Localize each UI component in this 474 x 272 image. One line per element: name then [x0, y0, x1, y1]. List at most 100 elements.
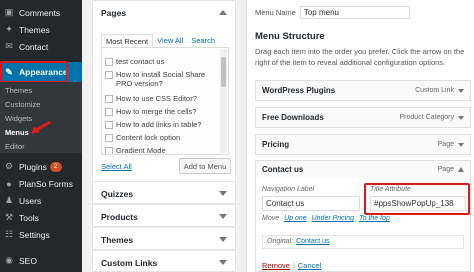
checkbox[interactable] [105, 58, 113, 66]
add-to-menu-button[interactable]: Add to Menu [179, 158, 231, 174]
themes-panel[interactable]: Themes [92, 227, 236, 250]
sidebar-item-label: PlanSo Forms [19, 178, 73, 189]
sidebar-item-label: Settings [19, 229, 50, 240]
products-panel[interactable]: Products [92, 204, 236, 227]
menu-name-input[interactable]: Top menu [299, 6, 410, 19]
page-title: How to install Social Share PRO version? [116, 70, 206, 88]
expand-arrow-icon[interactable] [219, 237, 227, 242]
sidebar-item-label: Users [19, 195, 42, 206]
sidebar-item-planso[interactable]: ● PlanSo Forms [0, 175, 82, 192]
submenu-themes[interactable]: Themes [5, 86, 32, 95]
menu-item-free-downloads[interactable]: Free Downloads Product Category [255, 107, 471, 128]
move-up-one-link[interactable]: Up one [284, 215, 307, 222]
checkbox[interactable] [105, 134, 113, 142]
list-item[interactable]: How to merge the cells? [105, 107, 217, 116]
sidebar-item-users[interactable]: ♟ Users [0, 192, 82, 209]
sidebar-item-label: SEO [19, 255, 37, 266]
expand-arrow-icon[interactable] [219, 214, 227, 219]
checkbox[interactable] [105, 147, 113, 154]
sidebar-item-seo[interactable]: ◉ SEO [0, 252, 82, 269]
page-title: Gradient Mode [116, 146, 166, 155]
sidebar-item-tools[interactable]: ⚒ Tools [0, 209, 82, 226]
list-item[interactable]: How to use CSS Editor? [105, 94, 217, 103]
move-links: Move Up one Under Pricing To the top [262, 215, 390, 222]
list-item[interactable]: Content lock option [105, 133, 217, 142]
tab-search[interactable]: Search [187, 34, 219, 47]
pages-panel-header[interactable]: Pages [93, 1, 235, 24]
submenu-editor[interactable]: Editor [5, 142, 25, 151]
pages-panel: Pages Most Recent View All Search test c… [92, 0, 236, 182]
menu-item-title: Pricing [262, 140, 290, 149]
pages-checklist: test contact us How to install Social Sh… [101, 47, 229, 155]
menu-item-pricing[interactable]: Pricing Page [255, 134, 471, 155]
sidebar-item-label: Themes [19, 24, 50, 35]
checkbox[interactable] [105, 95, 113, 103]
move-under-pricing-link[interactable]: Under Pricing [312, 215, 354, 222]
list-item[interactable]: How to add links in table? [105, 120, 217, 129]
collapse-arrow-icon[interactable] [458, 166, 464, 172]
page-title: How to add links in table? [116, 120, 202, 129]
menu-name-label: Menu Name [255, 8, 296, 17]
cancel-link[interactable]: Cancel [298, 261, 321, 270]
expand-arrow-icon[interactable] [219, 191, 227, 196]
menu-item-wordpress-plugins[interactable]: WordPress Plugins Custom Link [255, 80, 471, 101]
navigation-label-input[interactable]: Contact us [262, 196, 360, 211]
appearance-highlight [0, 61, 68, 83]
separator: | [292, 261, 295, 270]
expand-arrow-icon[interactable] [219, 260, 227, 265]
select-all-link[interactable]: Select All [101, 162, 132, 171]
checkbox[interactable] [105, 71, 113, 79]
plug-icon: ⚙ [4, 161, 14, 171]
sidebar-item-label: Contact [19, 41, 49, 52]
original-label: Original: [267, 238, 294, 245]
remove-cancel-row: Remove | Cancel [262, 261, 321, 270]
remove-link[interactable]: Remove [262, 261, 290, 270]
mail-icon: ✉ [5, 41, 13, 51]
menu-instructions: Drag each item into the order you prefer… [255, 47, 465, 67]
sidebar-item-label: Plugins [19, 161, 47, 172]
settings-icon: ☷ [4, 229, 14, 239]
list-item[interactable]: How to install Social Share PRO version? [105, 70, 217, 88]
page-title: test contact us [116, 57, 165, 66]
tab-most-recent[interactable]: Most Recent [101, 34, 154, 47]
navigation-label-label: Navigation Label [262, 186, 315, 193]
pages-tabs: Most Recent View All Search [101, 34, 219, 47]
submenu-widgets[interactable]: Widgets [5, 114, 32, 123]
list-scrollbar[interactable] [220, 49, 227, 153]
menu-item-contact-us[interactable]: Contact us Page [255, 160, 471, 178]
plugins-update-badge: 2 [49, 161, 62, 172]
checkbox[interactable] [105, 121, 113, 129]
page-title: How to use CSS Editor? [116, 94, 197, 103]
form-icon: ● [6, 178, 12, 189]
quizzes-panel[interactable]: Quizzes [92, 181, 236, 204]
sidebar-item-plugins[interactable]: ⚙ Plugins 2 [0, 158, 82, 175]
collapse-arrow-icon[interactable] [219, 10, 227, 15]
move-label: Move [262, 215, 280, 222]
checkbox[interactable] [105, 108, 113, 116]
submenu-menus[interactable]: Menus [5, 128, 29, 137]
move-to-top-link[interactable]: To the top [359, 215, 390, 222]
menu-item-settings: Navigation Label Contact us Title Attrib… [255, 177, 471, 272]
menu-item-type: Product Category [399, 114, 454, 121]
pin-icon: ✦ [5, 24, 13, 34]
list-item[interactable]: test contact us [105, 57, 217, 66]
sidebar-item-comments[interactable]: ▣ Comments [0, 4, 82, 21]
sidebar-item-contact[interactable]: ✉ Contact [0, 38, 82, 55]
page-title: How to merge the cells? [116, 107, 197, 116]
expand-arrow-icon[interactable] [458, 142, 464, 147]
user-icon: ♟ [4, 195, 14, 205]
scrollbar-thumb[interactable] [221, 57, 226, 87]
tab-view-all[interactable]: View All [153, 34, 187, 47]
submenu-customize[interactable]: Customize [5, 100, 40, 109]
comments-icon: ▣ [4, 7, 14, 17]
sidebar-item-settings[interactable]: ☷ Settings [0, 226, 82, 243]
wrench-icon: ⚒ [4, 212, 14, 222]
sidebar-item-themes[interactable]: ✦ Themes [0, 21, 82, 38]
menu-structure-heading: Menu Structure [255, 31, 325, 42]
expand-arrow-icon[interactable] [458, 88, 464, 93]
menu-item-title: Free Downloads [262, 113, 324, 122]
list-item[interactable]: Gradient Mode [105, 146, 217, 155]
original-link[interactable]: Contact us [296, 238, 329, 245]
expand-arrow-icon[interactable] [458, 115, 464, 120]
custom-links-panel[interactable]: Custom Links [92, 250, 236, 272]
